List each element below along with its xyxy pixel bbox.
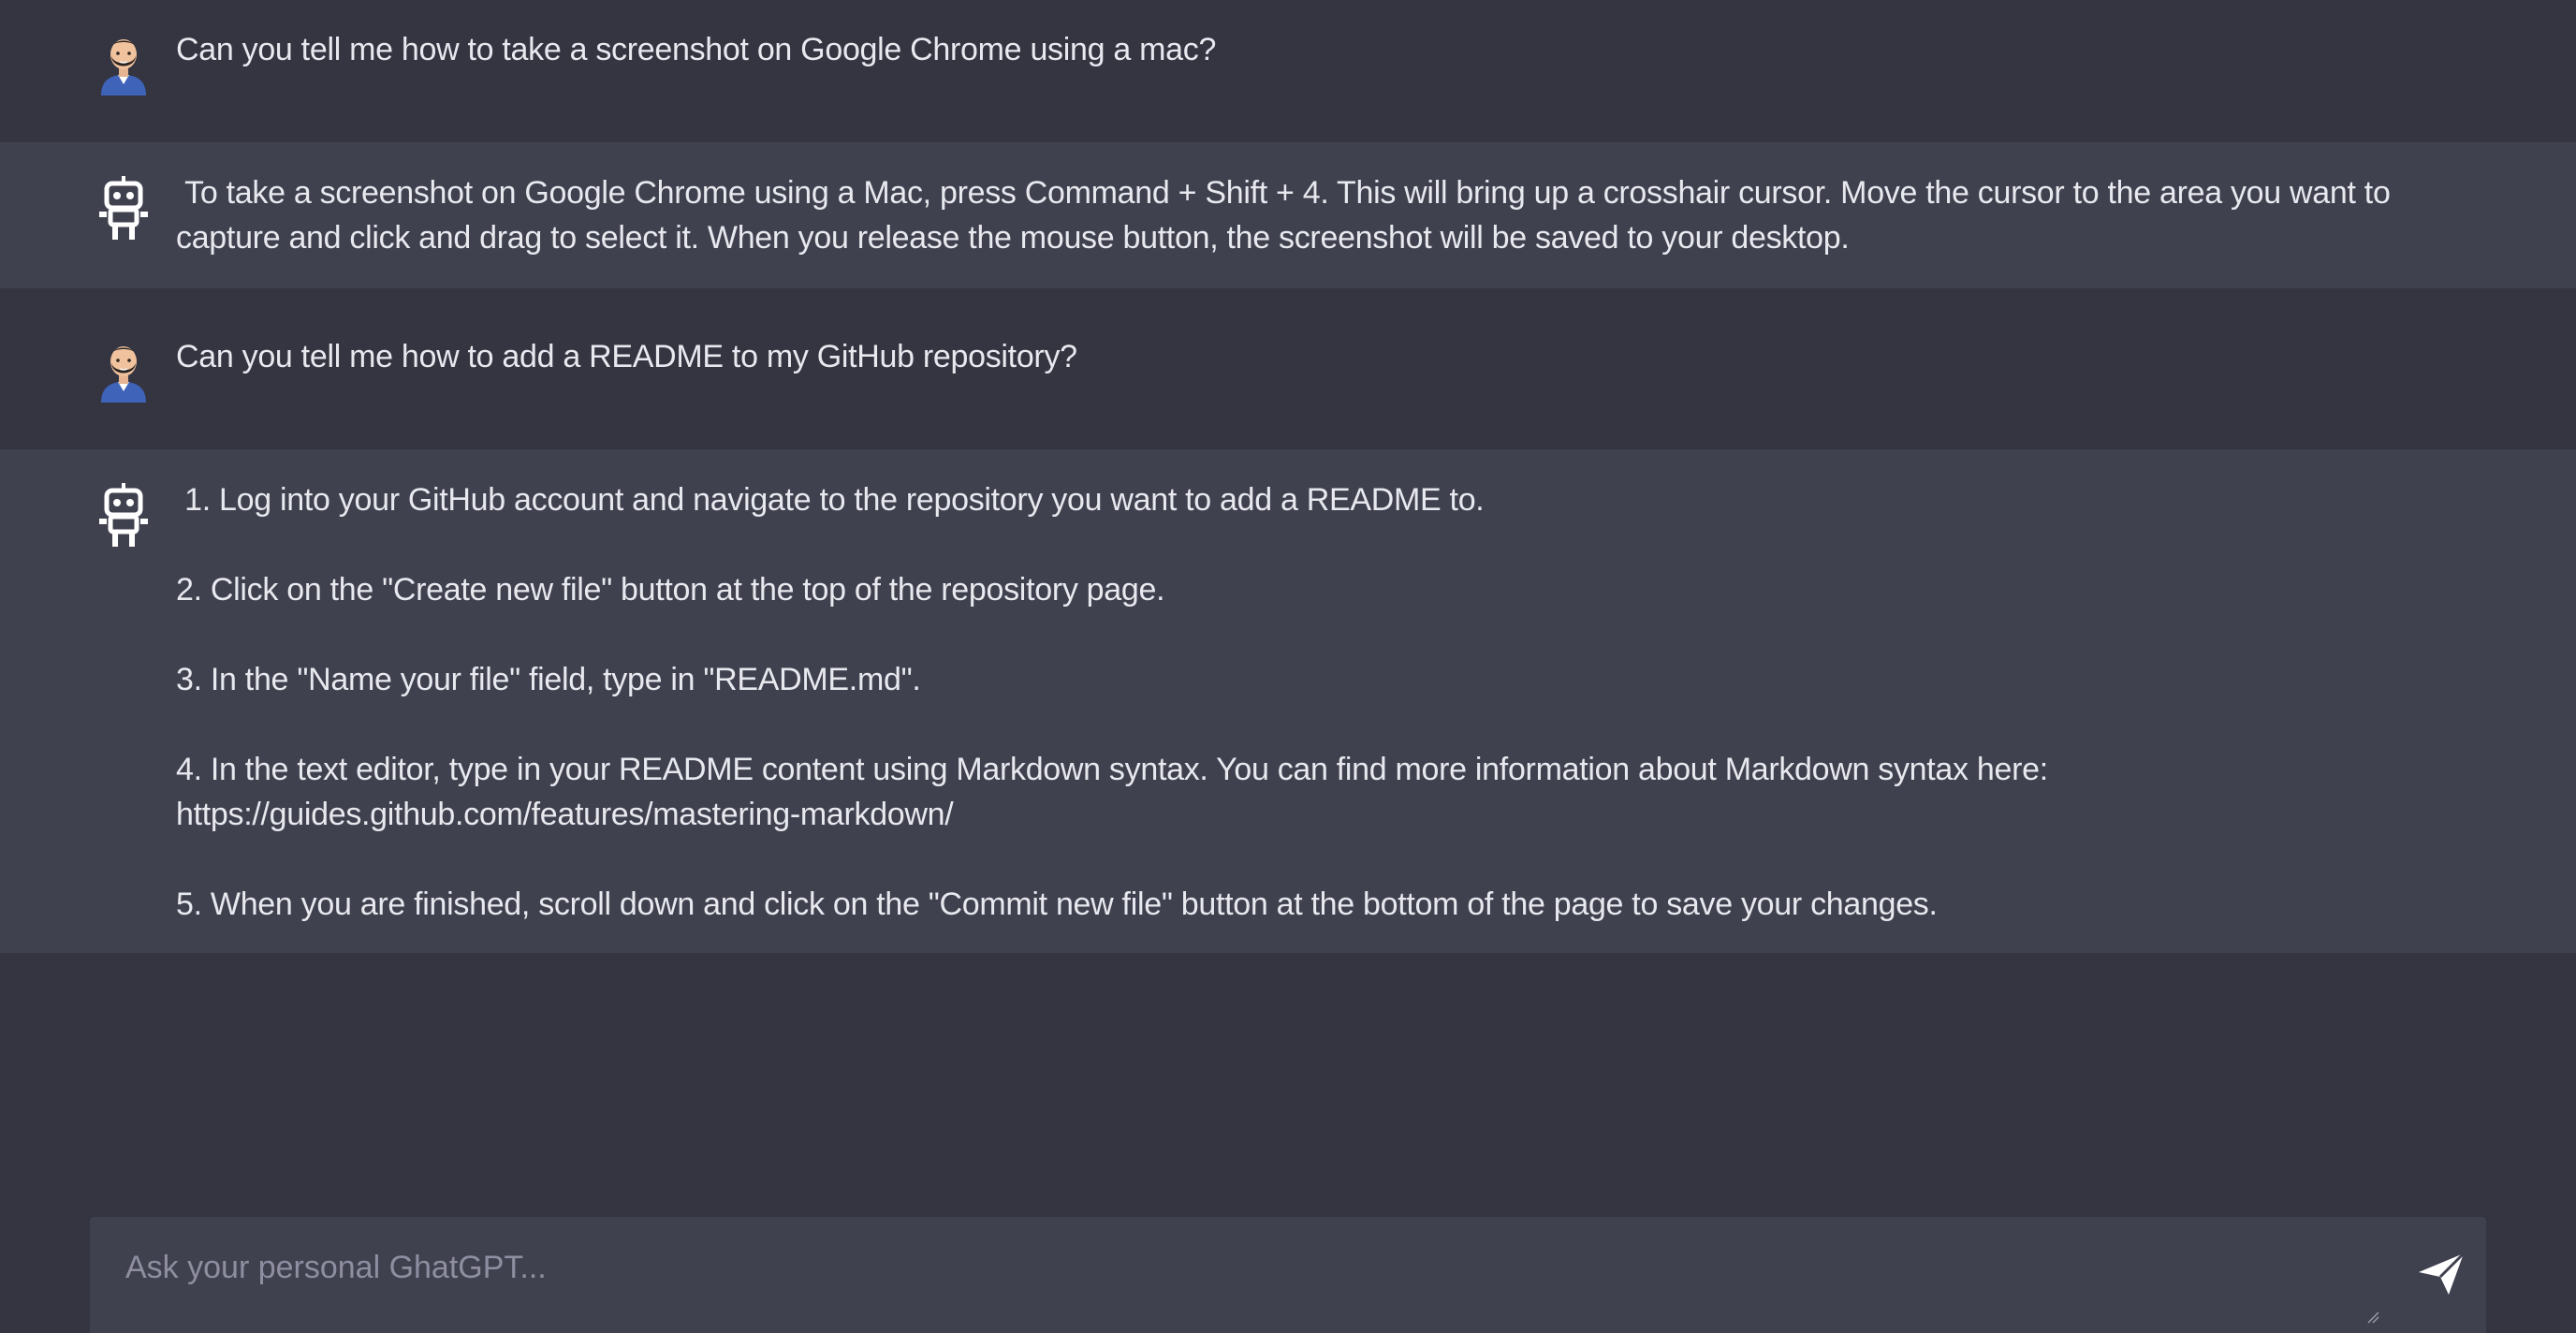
list-item: 1. Log into your GitHub account and navi… (176, 482, 1485, 518)
robot-icon (94, 481, 154, 549)
send-icon (2415, 1252, 2467, 1303)
prompt-input[interactable] (125, 1245, 2363, 1320)
message-text: Can you tell me how to take a screenshot… (176, 32, 1217, 67)
assistant-message: 1. Log into your GitHub account and navi… (0, 449, 2576, 953)
resize-handle-icon[interactable] (2366, 1311, 2379, 1324)
send-button[interactable] (2411, 1245, 2471, 1305)
user-message: Can you tell me how to add a README to m… (0, 288, 2576, 449)
chat-container: Can you tell me how to take a screenshot… (0, 0, 2576, 1217)
robot-icon (94, 174, 154, 242)
assistant-message: To take a screenshot on Google Chrome us… (0, 142, 2576, 288)
message-composer (90, 1217, 2486, 1333)
message-text: 1. Log into your GitHub account and navi… (176, 477, 2441, 927)
user-avatar-icon (94, 335, 154, 403)
user-message: Can you tell me how to take a screenshot… (0, 0, 2576, 142)
list-item: 5. When you are finished, scroll down an… (176, 886, 1938, 922)
message-text: Can you tell me how to add a README to m… (176, 339, 1077, 374)
list-item: 4. In the text editor, type in your READ… (176, 752, 2048, 832)
list-item: 2. Click on the "Create new file" button… (176, 572, 1165, 608)
user-avatar-icon (94, 28, 154, 95)
message-text: To take a screenshot on Google Chrome us… (176, 175, 2399, 256)
list-item: 3. In the "Name your file" field, type i… (176, 662, 921, 697)
